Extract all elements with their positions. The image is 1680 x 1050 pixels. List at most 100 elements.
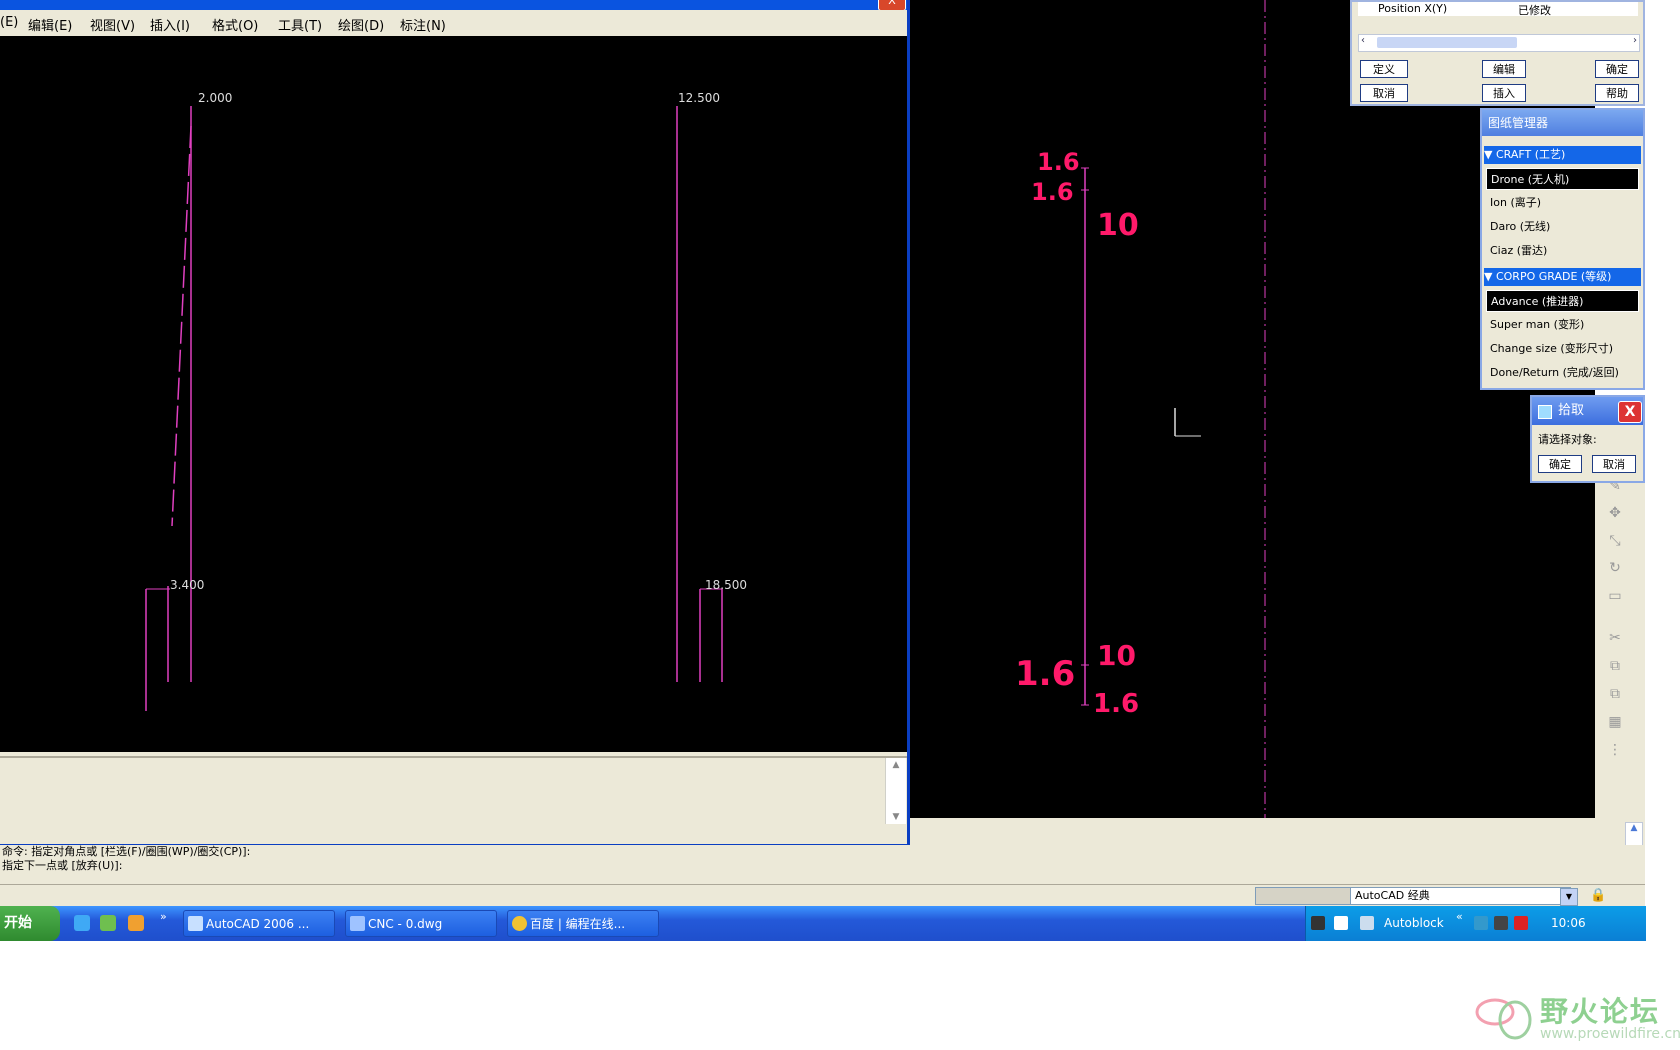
annotation-10-bottom: 10 bbox=[1097, 639, 1136, 672]
menu-file[interactable]: (E) bbox=[0, 15, 18, 30]
annotation-1-6-d: 1.6 bbox=[1093, 689, 1139, 719]
pick-panel: 拾取 X 请选择对象: 确定 取消 bbox=[1530, 395, 1645, 483]
drawing-icon bbox=[350, 916, 365, 931]
command-history: 命令: 指定对角点或 [栏选(F)/圈围(WP)/圈交(CP)]: 指定下一点或… bbox=[0, 845, 1645, 885]
item-ciaz[interactable]: Ciaz (雷达) bbox=[1486, 240, 1639, 262]
task-chrome[interactable]: 百度 | 编程在线... bbox=[507, 910, 659, 937]
table-icon[interactable]: ▦ bbox=[1606, 714, 1624, 732]
menu-view[interactable]: 视图(V) bbox=[90, 15, 135, 34]
ok-button[interactable]: 确定 bbox=[1595, 60, 1639, 78]
item-drone[interactable]: Drone (无人机) bbox=[1486, 168, 1639, 190]
annotation-1-6-b: 1.6 bbox=[1031, 178, 1074, 206]
property-row[interactable]: Position X(Y) 已修改 bbox=[1358, 2, 1638, 17]
label-top-left: 2.000 bbox=[198, 91, 232, 105]
text-window-scrollbar[interactable]: ▲ ▼ bbox=[885, 758, 906, 824]
item-change-size[interactable]: Change size (变形尺寸) bbox=[1486, 338, 1639, 360]
explode-icon[interactable]: ⋮ bbox=[1606, 742, 1624, 760]
volume-icon[interactable] bbox=[1360, 916, 1374, 930]
doc-icon[interactable] bbox=[1334, 916, 1348, 930]
menu-edit[interactable]: 编辑(E) bbox=[28, 15, 72, 34]
scroll-left-icon[interactable]: ‹ bbox=[1361, 35, 1365, 46]
system-tray: Autoblock « 10:06 bbox=[1305, 906, 1646, 941]
rectangle-icon[interactable]: ▭ bbox=[1606, 588, 1624, 606]
pick-cancel-button[interactable]: 取消 bbox=[1592, 455, 1636, 473]
cad-line-left-dashed bbox=[171, 125, 192, 527]
scroll-right-icon[interactable]: › bbox=[1633, 35, 1637, 46]
security-icon[interactable] bbox=[1514, 916, 1528, 930]
property-value: 已修改 bbox=[1518, 4, 1551, 17]
network-icon[interactable] bbox=[1311, 916, 1325, 930]
label-top-right: 12.500 bbox=[678, 91, 720, 105]
menu-tools[interactable]: 工具(T) bbox=[278, 15, 322, 34]
sheet-manager-title: 图纸管理器 bbox=[1482, 110, 1643, 136]
menu-bar: (E) 编辑(E) 视图(V) 插入(I) 格式(O) 工具(T) 绘图(D) … bbox=[0, 10, 907, 36]
chevron-more-icon[interactable]: » bbox=[160, 910, 167, 923]
edit-button[interactable]: 编辑 bbox=[1482, 60, 1526, 78]
copy-icon[interactable]: ⧉ bbox=[1606, 658, 1624, 676]
item-ion[interactable]: Ion (离子) bbox=[1486, 192, 1639, 214]
command-line-2: 指定下一点或 [放弃(U)]: bbox=[2, 859, 123, 872]
tray-chevron-icon[interactable]: « bbox=[1456, 910, 1463, 923]
task-drawing-label: CNC - 0.dwg bbox=[368, 917, 443, 931]
pick-ok-button[interactable]: 确定 bbox=[1538, 455, 1582, 473]
cad-titlebar bbox=[0, 0, 907, 10]
item-daro[interactable]: Daro (无线) bbox=[1486, 216, 1639, 238]
desktop-icon[interactable] bbox=[74, 915, 90, 931]
cad-text-window[interactable] bbox=[0, 756, 907, 844]
section-corpo-header[interactable]: ▼ CORPO GRADE (等级) bbox=[1484, 268, 1641, 286]
help-button[interactable]: 帮助 bbox=[1595, 84, 1639, 102]
item-superman[interactable]: Super man (变形) bbox=[1486, 314, 1639, 336]
watermark-title: 野火论坛 bbox=[1540, 995, 1661, 1028]
props-hscrollbar[interactable]: ‹ › bbox=[1358, 34, 1640, 52]
label-bottom-left: 3.400 bbox=[170, 578, 204, 592]
item-advance[interactable]: Advance (推进器) bbox=[1486, 290, 1639, 312]
trim-icon[interactable]: ✂ bbox=[1606, 630, 1624, 648]
workspace-combo[interactable]: AutoCAD 经典 bbox=[1350, 887, 1571, 905]
menu-draw[interactable]: 绘图(D) bbox=[338, 15, 384, 34]
property-label: Position X(Y) bbox=[1378, 2, 1448, 15]
label-bottom-right: 18.500 bbox=[705, 578, 747, 592]
watermark-url: www.proewildfire.cn bbox=[1540, 1026, 1680, 1042]
status-bar: AutoCAD 经典 ▼ 🔒 bbox=[0, 884, 1645, 907]
taskbar: 开始 » AutoCAD 2006 ... CNC - 0.dwg 百度 | 编… bbox=[0, 906, 1646, 941]
close-icon[interactable]: X bbox=[1618, 401, 1642, 423]
cancel-button[interactable]: 取消 bbox=[1360, 84, 1408, 102]
menu-insert[interactable]: 插入(I) bbox=[150, 15, 190, 34]
sheet-manager-palette: 图纸管理器 ▼ CRAFT (工艺) Drone (无人机) Ion (离子) … bbox=[1480, 108, 1645, 390]
clock: 10:06 bbox=[1551, 916, 1586, 930]
cad-drawing-canvas[interactable]: 2.000 3.400 12.500 18.500 bbox=[0, 36, 907, 752]
task-autocad[interactable]: AutoCAD 2006 ... bbox=[183, 910, 335, 937]
section-craft-header[interactable]: ▼ CRAFT (工艺) bbox=[1484, 146, 1641, 164]
ie-icon[interactable] bbox=[100, 915, 116, 931]
media-icon[interactable] bbox=[128, 915, 144, 931]
chrome-icon bbox=[512, 916, 527, 931]
annotation-1-6-a: 1.6 bbox=[1037, 148, 1080, 176]
move-icon[interactable]: ✥ bbox=[1606, 505, 1624, 523]
command-line-1: 命令: 指定对角点或 [栏选(F)/圈围(WP)/圈交(CP)]: bbox=[2, 845, 251, 858]
annotation-10-top: 10 bbox=[1097, 208, 1139, 243]
watermark: 野火论坛 www.proewildfire.cn bbox=[1475, 990, 1680, 1045]
autocad-icon bbox=[188, 916, 203, 931]
task-drawing[interactable]: CNC - 0.dwg bbox=[345, 910, 497, 937]
array-icon[interactable]: ⧉ bbox=[1606, 686, 1624, 704]
insert-button[interactable]: 插入 bbox=[1482, 84, 1526, 102]
task-chrome-label: 百度 | 编程在线... bbox=[530, 917, 626, 931]
item-done-return[interactable]: Done/Return (完成/返回) bbox=[1486, 362, 1639, 384]
status-coord-field bbox=[1255, 887, 1351, 905]
rotate-icon[interactable]: ↻ bbox=[1606, 560, 1624, 578]
scroll-down-icon[interactable]: ▼ bbox=[886, 810, 906, 824]
scroll-up-icon[interactable]: ▲ bbox=[1626, 823, 1642, 837]
menu-format[interactable]: 格式(O) bbox=[212, 15, 258, 34]
butterfly-logo-icon bbox=[1475, 998, 1532, 1040]
define-button[interactable]: 定义 bbox=[1360, 60, 1408, 78]
scroll-up-icon[interactable]: ▲ bbox=[886, 758, 906, 772]
scroll-thumb[interactable] bbox=[1377, 37, 1517, 48]
chevron-down-icon[interactable]: ▼ bbox=[1560, 888, 1578, 906]
lock-icon[interactable]: 🔒 bbox=[1590, 888, 1606, 904]
menu-dimension[interactable]: 标注(N) bbox=[400, 15, 446, 34]
bluetooth-icon[interactable] bbox=[1474, 916, 1488, 930]
app-icon[interactable] bbox=[1494, 916, 1508, 930]
scale-icon[interactable]: ⤡ bbox=[1606, 533, 1624, 551]
start-button[interactable]: 开始 bbox=[0, 906, 60, 941]
window-icon bbox=[1538, 405, 1552, 419]
